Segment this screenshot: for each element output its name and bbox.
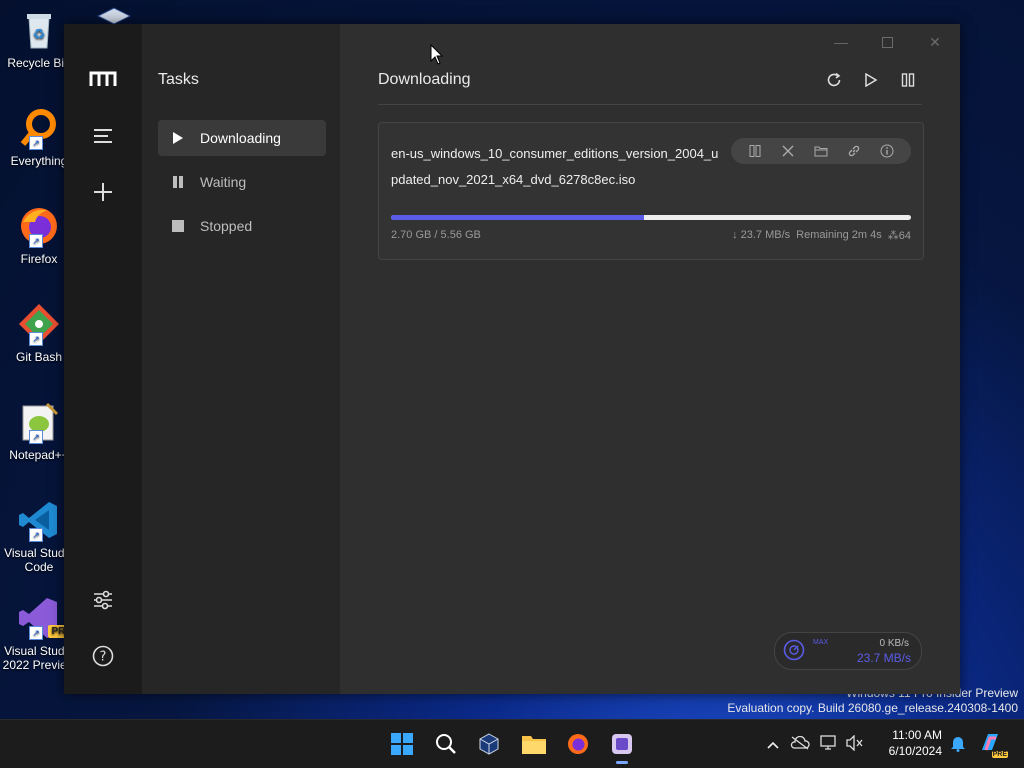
firefox-icon: ↗ <box>17 204 61 248</box>
motrix-window: ? Tasks Downloading Waiting Stopped — ✕ … <box>64 24 960 694</box>
speed-limit-label: MAX <box>813 639 829 646</box>
recycle-bin-icon: ♻ <box>17 8 61 52</box>
git-bash-icon: ↗ <box>17 302 61 346</box>
speedometer-gauge-icon <box>783 639 805 661</box>
mouse-cursor-icon <box>430 43 444 71</box>
nav-item-stopped[interactable]: Stopped <box>158 208 326 244</box>
vscode-icon: ↗ <box>17 498 61 542</box>
svg-text:?: ? <box>100 650 107 665</box>
clock-time: 11:00 AM <box>892 728 942 742</box>
page-title: Downloading <box>378 71 471 88</box>
download-speed-total: 23.7 MB/s <box>856 651 911 665</box>
close-window-button[interactable]: ✕ <box>922 32 948 52</box>
resume-all-button[interactable] <box>859 68 883 92</box>
speedometer[interactable]: MAX 0 KB/s 23.7 MB/s <box>774 632 922 670</box>
tasks-sidebar: Tasks Downloading Waiting Stopped <box>142 24 340 694</box>
nav-item-label: Waiting <box>200 174 247 190</box>
preferences-icon[interactable] <box>88 585 118 615</box>
add-task-icon[interactable] <box>88 177 118 207</box>
copilot-icon[interactable]: PRE <box>978 730 1008 758</box>
app-rail: ? <box>64 24 142 694</box>
refresh-button[interactable] <box>822 68 846 92</box>
open-folder-icon[interactable] <box>813 143 829 159</box>
task-info-icon[interactable] <box>879 143 895 159</box>
nav-item-label: Downloading <box>200 130 281 146</box>
chevron-up-icon[interactable] <box>762 736 784 752</box>
shortcut-arrow-icon: ↗ <box>29 528 43 542</box>
volume-muted-icon[interactable] <box>842 733 868 754</box>
notification-bell-icon[interactable] <box>950 734 966 757</box>
motrix-taskbar-icon[interactable] <box>606 728 638 764</box>
taskbar: 11:00 AM 6/10/2024 PRE <box>0 719 1024 768</box>
connections-count: 64 <box>898 230 911 242</box>
onedrive-icon[interactable] <box>784 735 816 753</box>
search-icon[interactable] <box>430 728 462 760</box>
shortcut-arrow-icon: ↗ <box>29 234 43 248</box>
copy-link-icon[interactable] <box>846 143 862 159</box>
help-icon[interactable]: ? <box>88 641 118 671</box>
shortcut-arrow-icon: ↗ <box>29 332 43 346</box>
delete-task-icon[interactable] <box>780 143 796 159</box>
task-progress-fill <box>391 215 644 220</box>
task-name: en-us_windows_10_consumer_editions_versi… <box>391 146 719 187</box>
nav-item-label: Stopped <box>200 218 253 234</box>
pause-task-icon[interactable] <box>747 143 763 159</box>
firefox-taskbar-icon[interactable] <box>562 728 594 760</box>
task-size: 2.70 GB / 5.56 GB <box>391 229 481 241</box>
arrow-down-icon: ↓ <box>732 229 738 241</box>
shortcut-arrow-icon: ↗ <box>29 136 43 150</box>
task-item[interactable]: en-us_windows_10_consumer_editions_versi… <box>378 122 924 260</box>
shortcut-arrow-icon: ↗ <box>29 626 43 640</box>
task-list-icon[interactable] <box>88 121 118 151</box>
notepad-plus-plus-icon: ↗ <box>17 400 61 444</box>
remaining-time: Remaining 2m 4s <box>796 229 882 241</box>
download-speed-value: 23.7 MB/s <box>740 229 791 241</box>
pause-all-button[interactable] <box>896 68 920 92</box>
connections: ⁂64 <box>888 229 911 242</box>
download-speed: ↓ 23.7 MB/s <box>732 229 790 242</box>
sidebar-title: Tasks <box>158 71 199 88</box>
main-panel: — ✕ Downloading en-us_windows_10_consume… <box>340 24 960 694</box>
taskbar-clock[interactable]: 11:00 AM 6/10/2024 <box>889 727 942 759</box>
start-button[interactable] <box>386 728 418 760</box>
svg-text:♻: ♻ <box>33 27 46 43</box>
nav-item-downloading[interactable]: Downloading <box>158 120 326 156</box>
task-meta: ↓ 23.7 MB/s Remaining 2m 4s ⁂64 <box>732 229 911 242</box>
copilot-pre-badge: PRE <box>991 751 1008 758</box>
task-action-bar <box>731 138 911 164</box>
file-explorer-icon[interactable] <box>518 728 550 760</box>
visual-studio-icon: PRE ↗ <box>17 596 75 640</box>
virtualbox-desktop-icon[interactable] <box>94 6 134 26</box>
network-icon[interactable] <box>816 734 842 754</box>
maximize-button[interactable] <box>874 32 900 52</box>
everything-search-icon: ↗ <box>17 106 61 150</box>
shortcut-arrow-icon: ↗ <box>29 430 43 444</box>
task-progress-bar <box>391 215 911 220</box>
watermark-line-2: Evaluation copy. Build 26080.ge_release.… <box>727 701 1018 715</box>
stop-icon <box>170 218 186 234</box>
virtualbox-taskbar-icon[interactable] <box>473 728 505 760</box>
minimize-button[interactable]: — <box>828 32 854 52</box>
nav-item-waiting[interactable]: Waiting <box>158 164 326 200</box>
upload-speed: 0 KB/s <box>879 638 909 649</box>
connections-icon: ⁂ <box>887 230 899 242</box>
clock-date: 6/10/2024 <box>888 744 942 758</box>
pause-icon <box>170 174 186 190</box>
app-logo-icon[interactable] <box>88 64 118 94</box>
header-divider <box>378 104 922 105</box>
system-tray <box>762 720 868 768</box>
play-icon <box>170 130 186 146</box>
